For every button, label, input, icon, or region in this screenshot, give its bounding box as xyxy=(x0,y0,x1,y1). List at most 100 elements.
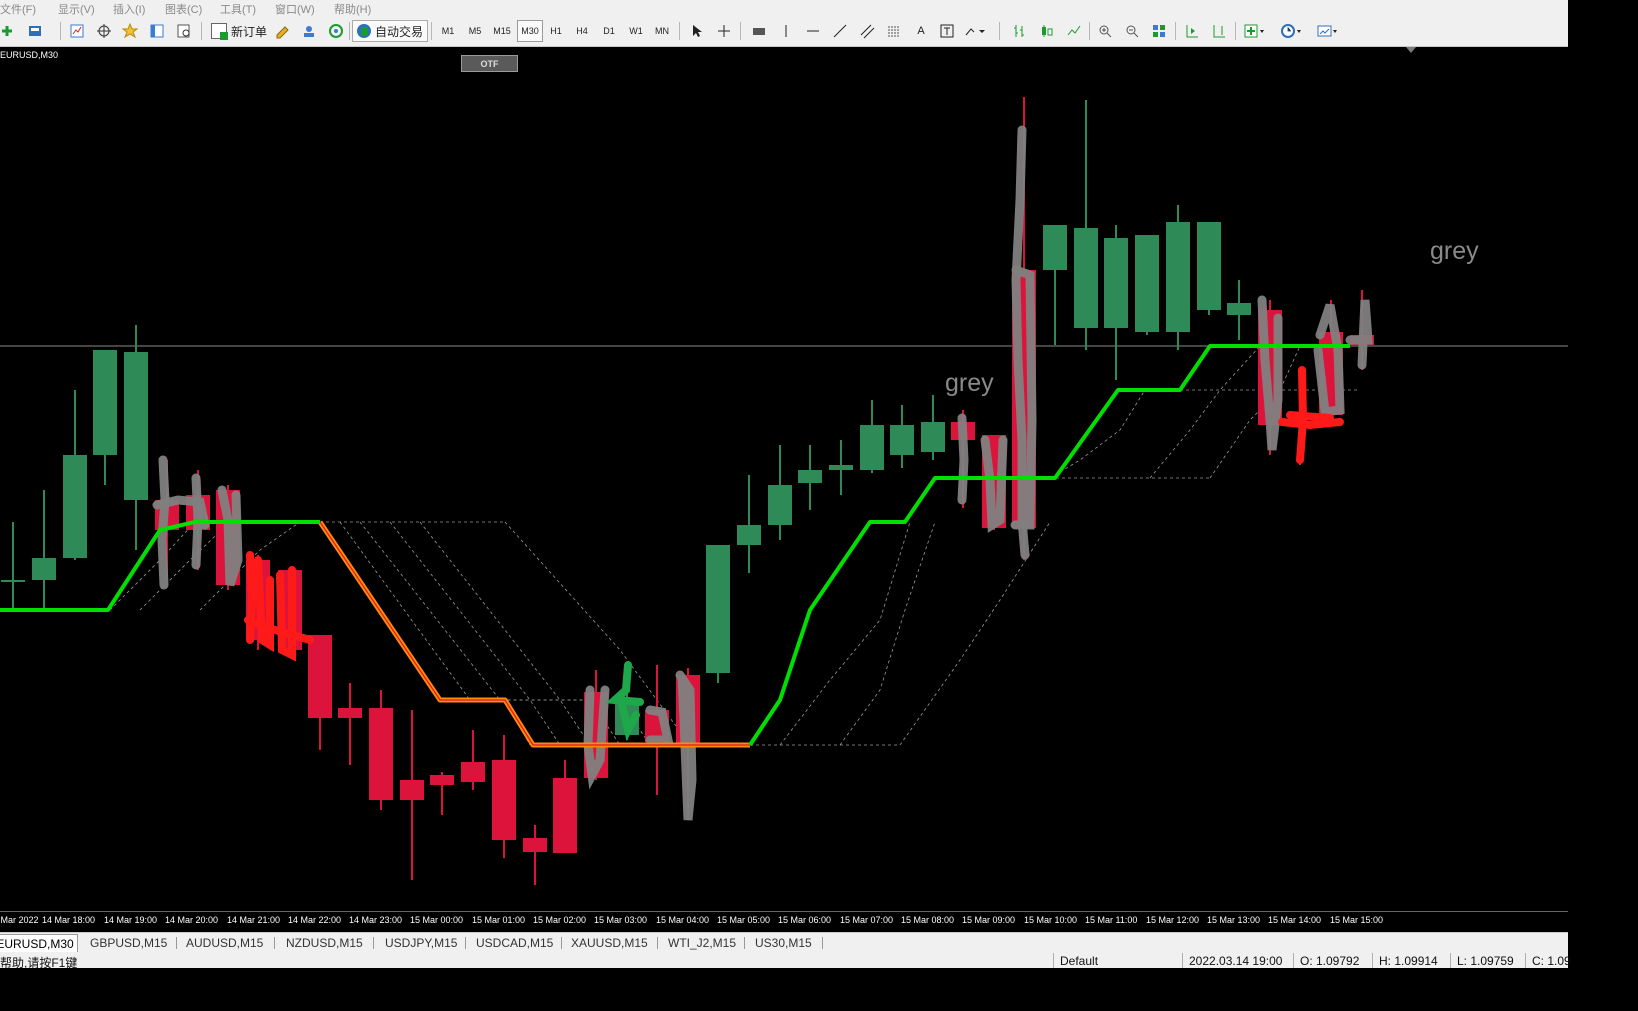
menu-insert[interactable]: 插入(I) xyxy=(113,1,145,17)
terminal-icon[interactable] xyxy=(146,20,168,42)
navigator-icon[interactable] xyxy=(93,20,115,42)
periods-icon[interactable] xyxy=(1280,20,1302,42)
arrows-icon[interactable] xyxy=(963,20,985,42)
timeframe-h1[interactable]: H1 xyxy=(544,20,568,42)
status-close: C: 1.09 xyxy=(1532,954,1571,968)
metaeditor-icon[interactable] xyxy=(272,20,294,42)
timeframe-m15[interactable]: M15 xyxy=(490,20,514,42)
cursor-icon[interactable] xyxy=(686,20,708,42)
zoom-out-icon[interactable] xyxy=(1121,20,1143,42)
candle-body xyxy=(1135,235,1159,332)
timeframe-m1[interactable]: M1 xyxy=(436,20,460,42)
status-low: L: 1.09759 xyxy=(1457,954,1514,968)
trail-guide-line xyxy=(109,521,196,611)
market-watch-icon[interactable] xyxy=(66,20,88,42)
rectangle-icon[interactable] xyxy=(748,20,770,42)
menu-file[interactable]: 文件(F) xyxy=(0,1,36,17)
strategy-tester-icon[interactable] xyxy=(173,20,195,42)
tab-wti-j2-m15[interactable]: WTI_J2,M15 xyxy=(668,934,736,952)
templates-icon[interactable] xyxy=(1316,20,1338,42)
time-label: 14 Mar 2022 xyxy=(0,915,39,925)
tab-gbpusd-m15[interactable]: GBPUSD,M15 xyxy=(90,934,167,952)
chart-shift-marker xyxy=(1406,47,1416,53)
candle-body xyxy=(1197,222,1221,310)
candle-body xyxy=(553,778,577,853)
profiles-icon[interactable] xyxy=(24,20,46,42)
time-label: 15 Mar 09:00 xyxy=(962,915,1016,925)
menu-charts[interactable]: 图表(C) xyxy=(165,1,202,17)
timeframe-d1[interactable]: D1 xyxy=(597,20,621,42)
new-chart-icon[interactable] xyxy=(0,20,18,42)
menu-help[interactable]: 帮助(H) xyxy=(334,1,371,17)
candle-body xyxy=(798,470,822,483)
chart-area[interactable]: EURUSD,M30 OTF grey grey xyxy=(0,47,1568,911)
menu-view[interactable]: 显示(V) xyxy=(58,1,95,17)
line-chart-icon[interactable] xyxy=(1063,20,1085,42)
new-order-button[interactable]: 新订单 xyxy=(207,20,271,42)
zoom-in-icon[interactable] xyxy=(1094,20,1116,42)
candle-body xyxy=(768,485,792,525)
candle-body xyxy=(461,762,485,782)
time-label: 15 Mar 11:00 xyxy=(1085,915,1138,925)
candle-body xyxy=(860,425,884,470)
candle-body xyxy=(492,760,516,840)
horizontal-line-icon[interactable] xyxy=(802,20,824,42)
candle-body xyxy=(737,525,761,545)
timeframe-m30[interactable]: M30 xyxy=(517,20,543,42)
equidistant-channel-icon[interactable] xyxy=(856,20,878,42)
tab-usdjpy-m15[interactable]: USDJPY,M15 xyxy=(385,934,457,952)
accounts-icon[interactable] xyxy=(298,20,320,42)
tab-us30-m15[interactable]: US30,M15 xyxy=(755,934,812,952)
red-marker-stroke xyxy=(246,551,257,644)
grey-marker-stroke xyxy=(157,455,170,590)
indicators-icon[interactable] xyxy=(1243,20,1265,42)
time-label: 15 Mar 12:00 xyxy=(1146,915,1200,925)
grey-annotation-1: grey xyxy=(945,369,994,397)
timeframe-w1[interactable]: W1 xyxy=(624,20,648,42)
chart-shift-icon[interactable] xyxy=(1208,20,1230,42)
trendline-icon[interactable] xyxy=(829,20,851,42)
otf-button[interactable]: OTF xyxy=(461,55,518,72)
crosshair-icon[interactable] xyxy=(713,20,735,42)
status-high: H: 1.09914 xyxy=(1379,954,1438,968)
timeframe-mn[interactable]: MN xyxy=(650,20,674,42)
tab-xauusd-m15[interactable]: XAUUSD,M15 xyxy=(571,934,648,952)
tile-windows-icon[interactable] xyxy=(1148,20,1170,42)
grey-marker-stroke xyxy=(957,413,969,505)
trail-guide-line xyxy=(1209,345,1301,479)
candle-body xyxy=(124,352,148,500)
fibonacci-icon[interactable] xyxy=(883,20,905,42)
red-marker-stroke xyxy=(1286,411,1334,422)
time-label: 15 Mar 10:00 xyxy=(1024,915,1078,925)
text-tool-icon[interactable]: A xyxy=(910,20,932,42)
timeframe-h4[interactable]: H4 xyxy=(570,20,594,42)
menu-tools[interactable]: 工具(T) xyxy=(220,1,256,17)
candle-body xyxy=(706,545,730,673)
time-label: 14 Mar 18:00 xyxy=(42,915,96,925)
tab-eurusd-m30[interactable]: EURUSD,M30 xyxy=(0,934,78,953)
vertical-line-icon[interactable] xyxy=(775,20,797,42)
candlestick-icon[interactable] xyxy=(1036,20,1058,42)
text-label-icon[interactable] xyxy=(936,20,958,42)
time-label: 15 Mar 08:00 xyxy=(901,915,955,925)
candle-body xyxy=(338,708,362,718)
time-label: 15 Mar 05:00 xyxy=(717,915,771,925)
tab-audusd-m15[interactable]: AUDUSD,M15 xyxy=(186,934,263,952)
candle-body xyxy=(1043,225,1067,270)
menu-window[interactable]: 窗口(W) xyxy=(275,1,315,17)
auto-scroll-icon[interactable] xyxy=(1181,20,1203,42)
time-label: 14 Mar 20:00 xyxy=(165,915,219,925)
time-label: 15 Mar 15:00 xyxy=(1330,915,1384,925)
time-label: 15 Mar 04:00 xyxy=(656,915,710,925)
candle-body xyxy=(1166,222,1190,332)
grey-marker-stroke xyxy=(1345,299,1373,370)
tab-nzdusd-m15[interactable]: NZDUSD,M15 xyxy=(286,934,363,952)
signals-icon[interactable] xyxy=(325,20,347,42)
auto-trading-button[interactable]: 自动交易 xyxy=(352,20,429,42)
favorites-icon[interactable] xyxy=(119,20,141,42)
timeframe-m5[interactable]: M5 xyxy=(463,20,487,42)
trail-guide-line xyxy=(839,521,936,746)
time-label: 15 Mar 00:00 xyxy=(410,915,464,925)
bar-chart-icon[interactable] xyxy=(1009,20,1031,42)
tab-usdcad-m15[interactable]: USDCAD,M15 xyxy=(476,934,553,952)
